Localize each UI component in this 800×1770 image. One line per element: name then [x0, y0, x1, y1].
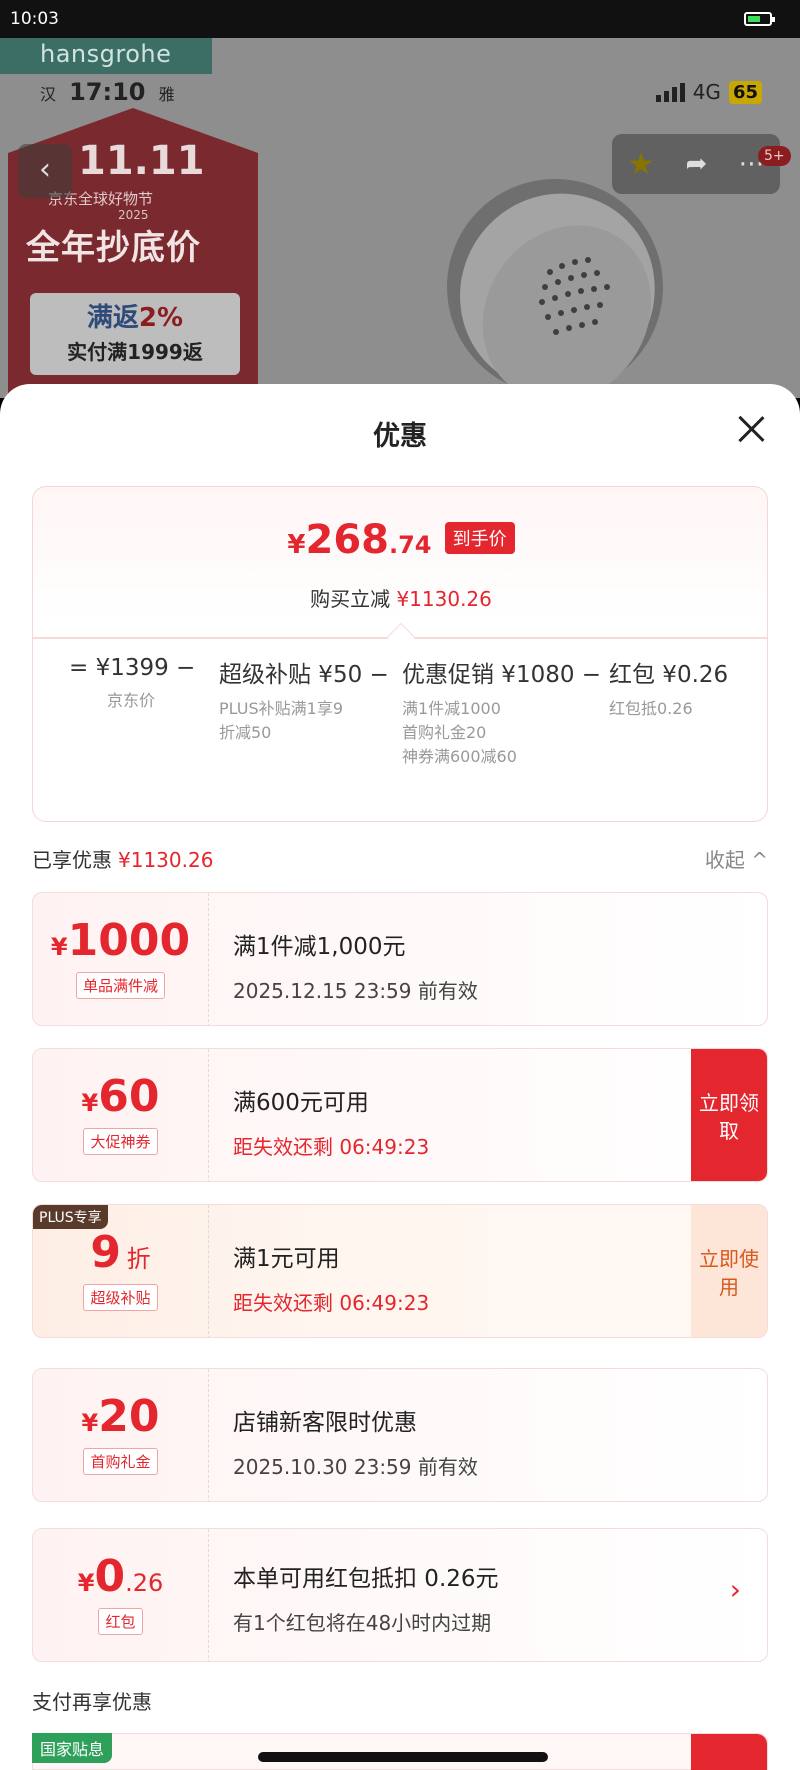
inner-status-clock: 17:10 [69, 78, 146, 106]
discount-card[interactable]: ¥0.26 红包 本单可用红包抵扣 0.26元 有1个红包将在48小时内过期 › [32, 1528, 768, 1662]
instant-discount-value: ¥1130.26 [396, 587, 492, 611]
close-icon[interactable] [734, 412, 768, 446]
card-tag: 首购礼金 [83, 1448, 158, 1475]
final-price-integer: 268 [305, 517, 389, 563]
card-title: 满600元可用 [233, 1090, 369, 1116]
network-type: 4G [692, 80, 721, 104]
battery-level: 65 [728, 80, 762, 104]
card-amount: 9 [90, 1227, 122, 1278]
card-tag: 大促神券 [83, 1128, 158, 1155]
use-button[interactable]: 立即使用 [691, 1205, 767, 1337]
share-icon[interactable]: ➦ [686, 149, 708, 179]
formula-item: 红包 ¥0.26 红包抵0.26 [609, 662, 729, 718]
promo-title: 全年抄底价 [26, 228, 201, 268]
card-tag: 超级补贴 [83, 1284, 158, 1311]
card-title: 满1元可用 [233, 1246, 340, 1272]
inner-status-text-b: 雅 [158, 85, 175, 104]
promo-card-value: 2% [138, 303, 184, 333]
formula-item: 超级补贴 ¥50 − PLUS补贴满1享9 折减50 [219, 662, 389, 742]
chevron-right-icon[interactable]: › [730, 1573, 741, 1606]
promo-card-prefix: 满返 [86, 303, 139, 333]
card-title: 满1件减1,000元 [233, 934, 406, 960]
final-price: ¥268.74 到手价 [33, 517, 767, 563]
product-backdrop: hansgrohe 汉 17:10 雅 4G 65 11.11 京东全球好物节 … [0, 38, 800, 398]
discount-card[interactable]: ¥60 大促神券 满600元可用 距失效还剩 06:49:23 立即领取 [32, 1048, 768, 1182]
card-tag: 红包 [98, 1608, 143, 1635]
card-subtitle: 2025.12.15 23:59 前有效 [233, 979, 478, 1003]
card-amount: 20 [98, 1391, 160, 1442]
card-amount: 1000 [67, 915, 191, 966]
enjoyed-discount: 已享优惠 ¥1130.26 [32, 844, 213, 873]
price-summary: ¥268.74 到手价 购买立减 ¥1130.26 = ¥1399 − 京东价 … [32, 486, 768, 822]
inner-status-text-a: 汉 [40, 85, 57, 104]
collapse-button[interactable]: 收起 ^ [705, 844, 768, 873]
final-price-currency: ¥ [287, 530, 306, 560]
card-amount: 0 [94, 1551, 126, 1602]
discount-card[interactable]: ¥1000 单品满件减 满1件减1,000元 2025.12.15 23:59 … [32, 892, 768, 1026]
promo-big-text: 11.11 [78, 138, 205, 184]
discount-card[interactable]: ¥20 首购礼金 店铺新客限时优惠 2025.10.30 23:59 前有效 [32, 1368, 768, 1502]
shower-head-image [447, 179, 663, 398]
final-price-decimal: .74 [388, 531, 432, 559]
gov-subsidy-tag: 国家贴息 [32, 1733, 113, 1763]
formula-item: 优惠促销 ¥1080 − 满1件减1000 首购礼金20 神券满600减60 [402, 662, 602, 766]
final-price-tag: 到手价 [444, 522, 515, 554]
signal-icon [655, 82, 685, 102]
card-title: 本单可用红包抵扣 0.26元 [233, 1566, 499, 1592]
price-formula: = ¥1399 − 京东价 超级补贴 ¥50 − PLUS补贴满1享9 折减50 … [33, 655, 767, 815]
card-countdown: 距失效还剩 06:49:23 [233, 1291, 430, 1315]
device-status-bar: 10:03 [0, 0, 800, 38]
card-subtitle: 有1个红包将在48小时内过期 [233, 1611, 492, 1635]
enjoyed-label: 已享优惠 [32, 848, 112, 872]
instant-discount: 购买立减 ¥1130.26 [33, 583, 767, 612]
message-badge: 5+ [758, 146, 791, 166]
sheet-title: 优惠 [373, 421, 427, 452]
card-countdown: 距失效还剩 06:49:23 [233, 1135, 430, 1159]
back-button[interactable]: ‹ [18, 144, 72, 198]
brand-logo: hansgrohe [0, 38, 212, 74]
battery-icon [744, 12, 775, 26]
promo-card: 满返2% 实付满1999返 [30, 293, 240, 375]
promo-card-line2: 实付满1999返 [67, 340, 203, 364]
enjoyed-value: ¥1130.26 [118, 848, 214, 872]
card-amount: 60 [98, 1071, 160, 1122]
card-tag: 单品满件减 [75, 972, 165, 999]
pay-section-title: 支付再享优惠 [32, 1690, 152, 1714]
discount-card[interactable]: PLUS专享 9 折 超级补贴 满1元可用 距失效还剩 06:49:23 立即使… [32, 1204, 768, 1338]
instant-discount-label: 购买立减 [310, 587, 391, 611]
claim-button[interactable]: 立即领取 [691, 1049, 767, 1181]
status-time: 10:03 [10, 9, 59, 29]
card-subtitle: 2025.10.30 23:59 前有效 [233, 1455, 478, 1479]
card-title: 店铺新客限时优惠 [233, 1410, 417, 1436]
formula-item: = ¥1399 − 京东价 [69, 655, 196, 710]
home-indicator[interactable] [258, 1752, 548, 1762]
